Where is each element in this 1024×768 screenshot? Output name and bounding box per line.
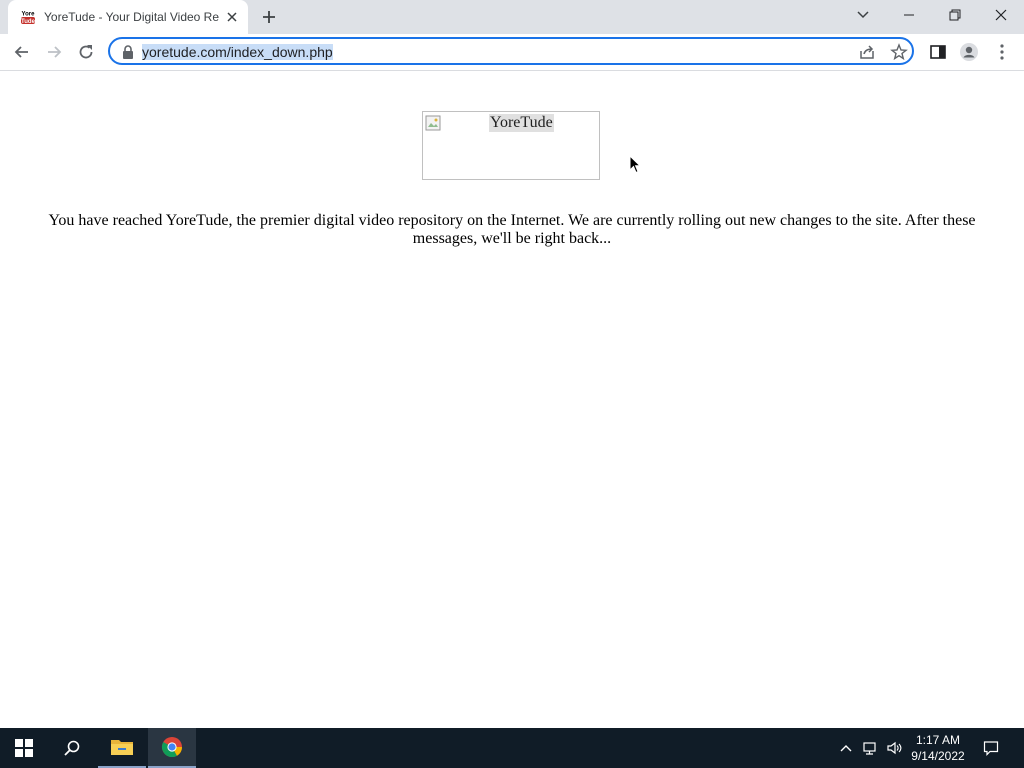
tab-close-icon[interactable] [224, 9, 240, 25]
page-content: YoreTude You have reached YoreTude, the … [0, 71, 1024, 728]
minimize-button[interactable] [886, 0, 932, 30]
tab-strip: Yore Tude YoreTude - Your Digital Video … [0, 0, 1024, 34]
search-icon [64, 740, 80, 756]
restore-button[interactable] [932, 0, 978, 30]
taskbar: 1:17 AM 9/14/2022 [0, 728, 1024, 768]
start-button[interactable] [0, 728, 48, 768]
chevron-down-icon [857, 11, 869, 19]
favicon-text-top: Yore [22, 12, 36, 18]
yoretude-favicon-icon: Yore Tude [20, 9, 36, 25]
taskbar-chrome[interactable] [148, 728, 196, 768]
clock-date: 9/14/2022 [911, 749, 965, 763]
lock-icon[interactable] [122, 45, 134, 59]
url-selected-text: yoretude.com/index_down.php [142, 44, 333, 60]
bookmark-star-icon[interactable] [890, 43, 908, 61]
url-text[interactable]: yoretude.com/index_down.php [142, 43, 333, 61]
favicon-text-bottom: Tude [21, 19, 36, 25]
windows-logo-icon [15, 739, 33, 757]
side-panel-icon[interactable] [928, 42, 948, 62]
notifications-icon[interactable] [983, 740, 999, 756]
maintenance-message: You have reached YoreTude, the premier d… [48, 212, 976, 247]
tab-search-button[interactable] [840, 0, 886, 30]
taskbar-clock[interactable]: 1:17 AM 9/14/2022 [900, 732, 976, 764]
chrome-icon [161, 737, 183, 758]
reload-icon[interactable] [76, 42, 96, 62]
browser-toolbar: yoretude.com/index_down.php [0, 34, 1024, 71]
mouse-cursor-icon [629, 155, 641, 174]
clock-time: 1:17 AM [915, 733, 961, 747]
network-icon[interactable] [862, 740, 878, 756]
close-icon [995, 9, 1007, 21]
tab-yoretude[interactable]: Yore Tude YoreTude - Your Digital Video … [8, 0, 248, 34]
address-bar[interactable]: yoretude.com/index_down.php [108, 37, 914, 65]
forward-arrow-icon[interactable] [44, 42, 64, 62]
back-arrow-icon[interactable] [12, 42, 32, 62]
new-tab-plus-icon[interactable] [260, 8, 278, 26]
close-window-button[interactable] [978, 0, 1024, 30]
file-explorer-folder-icon [111, 740, 133, 755]
minimize-icon [904, 14, 914, 16]
logo-alt-text: YoreTude [489, 114, 554, 132]
restore-icon [949, 9, 961, 21]
broken-image-icon [425, 115, 441, 131]
profile-avatar-icon[interactable] [959, 42, 979, 62]
logo-image-placeholder: YoreTude [422, 111, 600, 180]
show-hidden-icons-chevron-icon[interactable] [838, 740, 854, 756]
taskbar-search-button[interactable] [48, 728, 96, 768]
taskbar-file-explorer[interactable] [98, 728, 146, 768]
tab-title: YoreTude - Your Digital Video Re [44, 10, 220, 24]
menu-dots-icon[interactable] [992, 42, 1012, 62]
share-icon[interactable] [858, 43, 876, 61]
